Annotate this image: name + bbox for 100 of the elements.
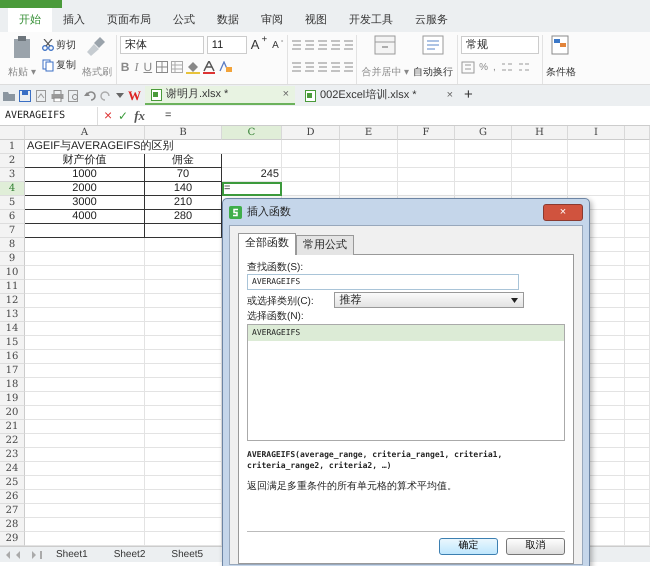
- row-header[interactable]: 15: [0, 336, 25, 350]
- print-preview-icon[interactable]: [68, 90, 80, 102]
- row-header[interactable]: 22: [0, 434, 25, 448]
- align-icon[interactable]: [304, 62, 314, 72]
- column-header[interactable]: E: [340, 126, 398, 140]
- align-icon[interactable]: [317, 62, 328, 72]
- redo-icon[interactable]: [100, 90, 112, 100]
- font-size-field[interactable]: 11: [206, 36, 247, 54]
- number-format-field[interactable]: 常规: [461, 36, 540, 54]
- ribbon-tab[interactable]: 插入: [52, 8, 96, 32]
- row-header[interactable]: 27: [0, 504, 25, 518]
- align-icon[interactable]: [291, 62, 302, 72]
- row-header[interactable]: 3: [0, 168, 25, 182]
- sheet-tab[interactable]: Sheet5: [159, 547, 216, 562]
- wrap-text-icon[interactable]: [422, 35, 444, 55]
- close-button[interactable]: ×: [543, 204, 583, 220]
- row-header[interactable]: 20: [0, 406, 25, 420]
- align-icon[interactable]: [291, 40, 302, 50]
- grow-font-button[interactable]: A$^{+}$: [250, 35, 268, 55]
- ok-button[interactable]: 确定: [439, 538, 498, 554]
- ribbon-tab[interactable]: 云服务: [404, 8, 459, 32]
- formula-input[interactable]: =: [165, 107, 172, 124]
- ribbon-tab[interactable]: 开发工具: [338, 8, 404, 32]
- fill-color-icon[interactable]: [186, 60, 200, 74]
- borders-icon[interactable]: [156, 61, 168, 73]
- format-painter-button[interactable]: 格式刷: [80, 65, 113, 80]
- row-header[interactable]: 10: [0, 266, 25, 280]
- column-header[interactable]: C: [222, 126, 282, 140]
- document-tab[interactable]: 002Excel培训.xlsx * ×: [299, 86, 459, 105]
- conditional-format-button[interactable]: 条件格: [545, 65, 578, 80]
- new-tab-button[interactable]: +: [463, 84, 474, 107]
- ribbon-tab[interactable]: 开始: [8, 8, 52, 32]
- row-header[interactable]: 16: [0, 350, 25, 364]
- font-name-field[interactable]: 宋体: [120, 36, 204, 54]
- cancel-button[interactable]: 取消: [506, 538, 565, 554]
- row-header[interactable]: 24: [0, 462, 25, 476]
- align-icon[interactable]: [330, 62, 340, 72]
- function-list-item[interactable]: AVERAGEIFS: [248, 325, 564, 342]
- row-header[interactable]: 18: [0, 378, 25, 392]
- close-tab-button[interactable]: ×: [282, 86, 289, 103]
- align-icon[interactable]: [343, 62, 354, 72]
- row-header[interactable]: 1: [0, 140, 25, 154]
- row-header[interactable]: 26: [0, 490, 25, 504]
- name-box[interactable]: AVERAGEIFS: [0, 106, 98, 124]
- insert-function-button[interactable]: fx: [134, 106, 146, 126]
- row-header[interactable]: 7: [0, 224, 25, 238]
- sheet-nav-arrows-icon[interactable]: [6, 550, 42, 558]
- cancel-button[interactable]: ×: [104, 105, 112, 126]
- column-header[interactable]: I: [568, 126, 625, 140]
- undo-icon[interactable]: [84, 90, 96, 100]
- row-header[interactable]: 21: [0, 420, 25, 434]
- column-header[interactable]: F: [398, 126, 455, 140]
- row-header[interactable]: 28: [0, 518, 25, 532]
- dialog-tab[interactable]: 全部函数: [238, 233, 296, 254]
- row-header[interactable]: 14: [0, 322, 25, 336]
- row-header[interactable]: 23: [0, 448, 25, 462]
- enter-button[interactable]: ✓: [118, 106, 128, 124]
- conditional-format-icon[interactable]: [551, 35, 572, 57]
- percent-button[interactable]: %: [478, 60, 490, 74]
- row-header[interactable]: 8: [0, 238, 25, 252]
- search-field[interactable]: AVERAGEIFS: [247, 274, 519, 290]
- sheet-tab[interactable]: Sheet2: [102, 547, 158, 562]
- sheet-tab[interactable]: Sheet1: [44, 547, 100, 562]
- printer-icon[interactable]: [51, 90, 64, 102]
- column-header[interactable]: D: [282, 126, 340, 140]
- align-icon[interactable]: [343, 40, 354, 50]
- row-header[interactable]: 11: [0, 280, 25, 294]
- align-icon[interactable]: [317, 40, 328, 50]
- ribbon-tab[interactable]: 公式: [162, 8, 206, 32]
- ribbon-tab[interactable]: 页面布局: [96, 8, 162, 32]
- row-header[interactable]: 17: [0, 364, 25, 378]
- clear-format-icon[interactable]: [218, 61, 232, 73]
- row-header[interactable]: 5: [0, 196, 25, 210]
- document-tab[interactable]: 谢明月.xlsx * ×: [145, 86, 295, 105]
- row-header[interactable]: 6: [0, 210, 25, 224]
- column-header[interactable]: B: [145, 126, 222, 140]
- row-header[interactable]: 4: [0, 182, 25, 196]
- decrease-decimal-icon[interactable]: [516, 61, 531, 73]
- wrap-text-button[interactable]: 自动换行: [412, 65, 454, 80]
- currency-format-icon[interactable]: [461, 60, 476, 74]
- cut-button[interactable]: 剪切: [40, 38, 77, 52]
- export-pdf-icon[interactable]: [35, 90, 47, 102]
- brush-icon[interactable]: [86, 35, 107, 57]
- column-header[interactable]: G: [455, 126, 512, 140]
- align-icon[interactable]: [304, 40, 314, 50]
- font-color-icon[interactable]: [203, 60, 216, 74]
- row-header[interactable]: 2: [0, 154, 25, 168]
- function-list[interactable]: AVERAGEIFS: [247, 324, 565, 442]
- column-header[interactable]: H: [512, 126, 568, 140]
- row-header[interactable]: 25: [0, 476, 25, 490]
- ribbon-tab[interactable]: 数据: [206, 8, 250, 32]
- dialog-tab[interactable]: 常用公式: [296, 235, 354, 254]
- increase-decimal-icon[interactable]: [500, 61, 514, 73]
- row-header[interactable]: 13: [0, 308, 25, 322]
- cell-style-icon[interactable]: [171, 61, 184, 73]
- row-header[interactable]: 29: [0, 532, 25, 546]
- shrink-font-button[interactable]: A$^{-}$: [271, 38, 284, 52]
- folder-icon[interactable]: [3, 90, 15, 101]
- close-tab-button[interactable]: ×: [446, 87, 453, 104]
- row-header[interactable]: 19: [0, 392, 25, 406]
